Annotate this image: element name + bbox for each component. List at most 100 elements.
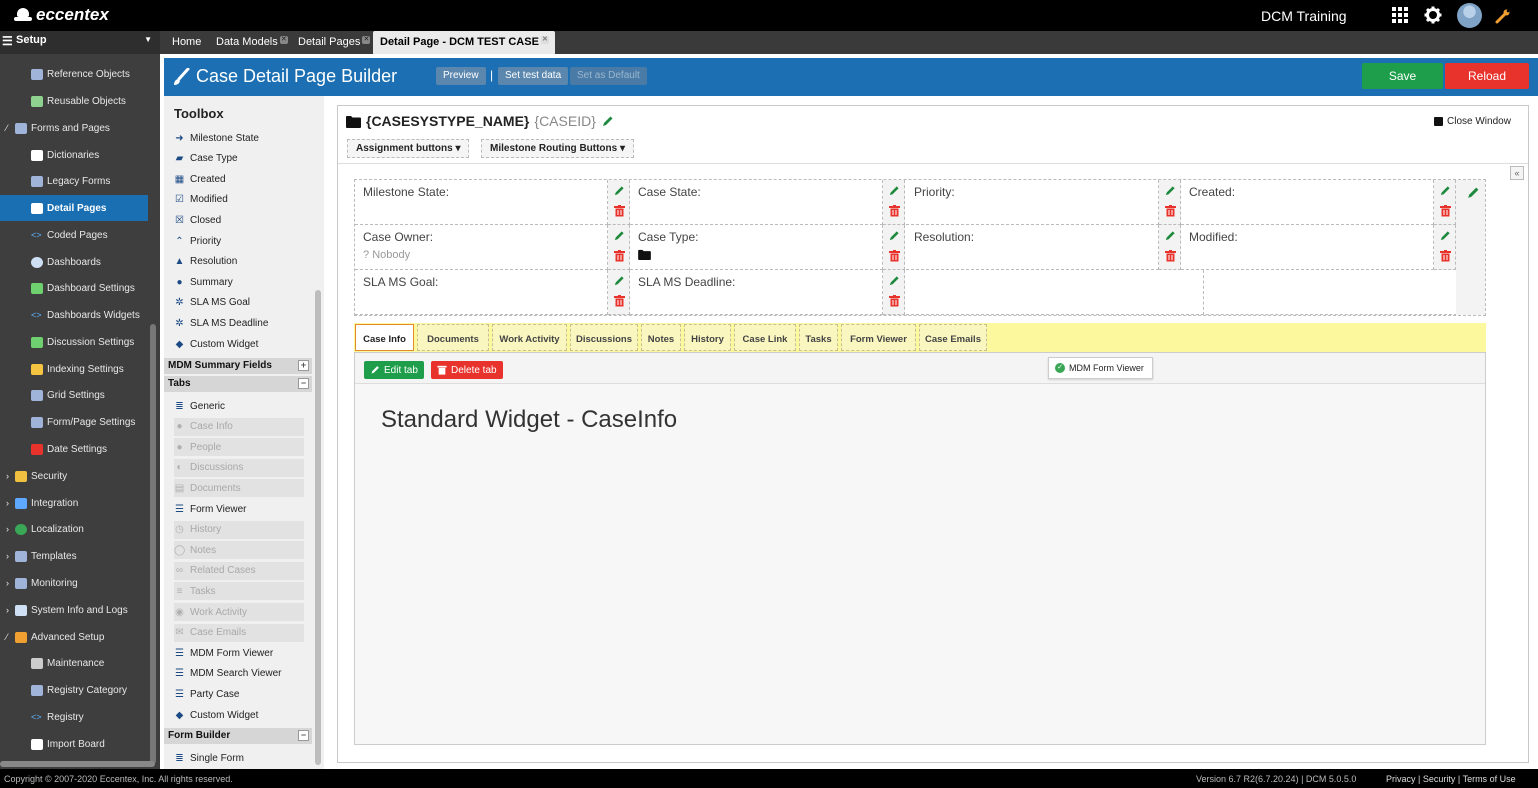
wrench-icon[interactable] <box>1495 8 1511 24</box>
toolbox-item-milestone-state[interactable]: ➜ Milestone State <box>174 129 304 147</box>
sidebar-item-registry-category[interactable]: Registry Category <box>0 677 148 703</box>
pencil-icon[interactable] <box>888 275 900 287</box>
sidebar-item-form-page-settings[interactable]: Form/Page Settings <box>0 409 148 435</box>
tabs-section[interactable]: Tabs − <box>164 376 312 392</box>
trash-icon[interactable] <box>1165 250 1176 262</box>
pencil-icon[interactable] <box>888 185 900 197</box>
tab-form-viewer[interactable]: Form Viewer <box>841 324 916 351</box>
toolbox-tab-form-viewer[interactable]: ☰ Form Viewer <box>174 500 304 518</box>
trash-icon[interactable] <box>889 295 900 307</box>
sidebar-item-security[interactable]: › Security <box>0 463 148 489</box>
sidebar-item-system-info-and-logs[interactable]: › System Info and Logs <box>0 597 148 623</box>
sidebar-item-indexing-settings[interactable]: Indexing Settings <box>0 356 148 382</box>
tab-discussions[interactable]: Discussions <box>570 324 638 351</box>
security-link[interactable]: Security <box>1423 774 1456 784</box>
setup-menu-toggle[interactable]: ☰ Setup ▼ <box>0 31 160 54</box>
field-case-owner[interactable]: Case Owner:? Nobody <box>355 225 608 270</box>
sidebar-item-registry[interactable]: <> Registry <box>0 704 148 730</box>
toolbox-item-case-type[interactable]: ▰ Case Type <box>174 150 304 168</box>
trash-icon[interactable] <box>614 295 625 307</box>
toolbox-form-single-form[interactable]: ≣ Single Form <box>174 749 304 767</box>
field-priority[interactable]: Priority: <box>906 180 1159 225</box>
form-builder-section[interactable]: Form Builder − <box>164 728 312 744</box>
sidebar-item-advanced-setup[interactable]: ⁄ Advanced Setup <box>0 624 148 650</box>
field-milestone-state[interactable]: Milestone State: <box>355 180 608 225</box>
toolbox-item-closed[interactable]: ☒ Closed <box>174 211 304 229</box>
toolbox-tab-mdm-search-viewer[interactable]: ☰ MDM Search Viewer <box>174 665 304 683</box>
terms-link[interactable]: Terms of Use <box>1463 774 1516 784</box>
pencil-icon[interactable] <box>1164 230 1176 242</box>
expand-arrow-icon[interactable]: › <box>6 524 13 534</box>
set-test-data-button[interactable]: Set test data <box>498 67 569 85</box>
trash-icon[interactable] <box>614 250 625 262</box>
expand-arrow-icon[interactable]: › <box>6 498 13 508</box>
toolbox-item-resolution[interactable]: ▲ Resolution <box>174 253 304 271</box>
pencil-icon[interactable] <box>888 230 900 242</box>
toolbox-item-modified[interactable]: ☑ Modified <box>174 191 304 209</box>
pencil-icon[interactable] <box>613 230 625 242</box>
tab-case-link[interactable]: Case Link <box>734 324 796 351</box>
edit-tab-button[interactable]: Edit tab <box>364 361 424 379</box>
sidebar-item-monitoring[interactable]: › Monitoring <box>0 570 148 596</box>
pencil-icon[interactable] <box>1164 185 1176 197</box>
tab-case-info[interactable]: Case Info <box>355 324 414 351</box>
brand-logo[interactable]: eccentex <box>14 5 109 25</box>
tab-notes[interactable]: Notes <box>641 324 681 351</box>
tab-detail-page-dcm-test-case[interactable]: Detail Page - DCM TEST CASE ✕ <box>373 31 555 54</box>
field-case-state[interactable]: Case State: <box>630 180 883 225</box>
sidebar-item-detail-pages[interactable]: Detail Pages <box>0 195 148 221</box>
pencil-icon[interactable] <box>601 115 614 128</box>
user-avatar[interactable] <box>1457 3 1482 28</box>
toolbox-tab-custom-widget[interactable]: ◆ Custom Widget <box>174 706 304 724</box>
save-button[interactable]: Save <box>1362 63 1443 89</box>
trash-icon[interactable] <box>889 250 900 262</box>
field-created[interactable]: Created: <box>1181 180 1434 225</box>
sidebar-item-grid-settings[interactable]: Grid Settings <box>0 382 148 408</box>
trash-icon[interactable] <box>1440 205 1451 217</box>
mdm-form-viewer-chip[interactable]: ✓ MDM Form Viewer <box>1048 357 1153 379</box>
sidebar-item-reusable-objects[interactable]: Reusable Objects <box>0 88 148 114</box>
sidebar-item-dictionaries[interactable]: Dictionaries <box>0 142 148 168</box>
sidebar-horizontal-scrollbar[interactable] <box>0 761 155 767</box>
pencil-icon[interactable] <box>1439 185 1451 197</box>
pencil-icon[interactable] <box>613 185 625 197</box>
close-tab-icon[interactable]: ✕ <box>540 36 549 44</box>
toolbox-item-summary[interactable]: ● Summary <box>174 273 304 291</box>
sidebar-item-reference-objects[interactable]: Reference Objects <box>0 61 148 87</box>
reload-button[interactable]: Reload <box>1445 63 1529 89</box>
collapse-icon[interactable]: − <box>298 378 309 389</box>
close-tab-icon[interactable]: ✕ <box>362 36 371 44</box>
field-modified[interactable]: Modified: <box>1181 225 1434 270</box>
expand-arrow-icon[interactable]: ⁄ <box>6 632 13 642</box>
pencil-icon[interactable] <box>1466 186 1480 200</box>
sidebar-item-legacy-forms[interactable]: Legacy Forms <box>0 168 148 194</box>
tab-data-models[interactable]: Data Models ✕ <box>216 31 288 54</box>
expand-arrow-icon[interactable]: › <box>6 471 13 481</box>
field-resolution[interactable]: Resolution: <box>906 225 1159 270</box>
sidebar-item-integration[interactable]: › Integration <box>0 490 148 516</box>
milestone-routing-buttons-dropdown[interactable]: Milestone Routing Buttons ▾ <box>481 139 635 158</box>
sidebar-item-templates[interactable]: › Templates <box>0 543 148 569</box>
toolbox-tab-party-case[interactable]: ☰ Party Case <box>174 685 304 703</box>
sidebar-item-forms-and-pages[interactable]: ⁄ Forms and Pages <box>0 115 148 141</box>
field-sla-ms-goal[interactable]: SLA MS Goal: <box>355 270 608 315</box>
toolbox-tab-generic[interactable]: ≣ Generic <box>174 397 304 415</box>
tab-documents[interactable]: Documents <box>417 324 489 351</box>
tab-home[interactable]: Home <box>172 31 201 54</box>
toolbox-item-created[interactable]: ▦ Created <box>174 170 304 188</box>
trash-icon[interactable] <box>1165 205 1176 217</box>
tab-work-activity[interactable]: Work Activity <box>492 324 567 351</box>
expand-arrow-icon[interactable]: › <box>6 605 13 615</box>
sidebar-scrollbar[interactable] <box>150 324 156 764</box>
sidebar-item-dashboards-widgets[interactable]: <> Dashboards Widgets <box>0 302 148 328</box>
sidebar-item-maintenance[interactable]: Maintenance <box>0 650 148 676</box>
collapse-panel-icon[interactable]: « <box>1510 166 1524 180</box>
preview-button[interactable]: Preview <box>436 67 486 85</box>
field-case-type[interactable]: Case Type: <box>630 225 883 270</box>
trash-icon[interactable] <box>614 205 625 217</box>
tab-tasks[interactable]: Tasks <box>799 324 838 351</box>
sidebar-item-coded-pages[interactable]: <> Coded Pages <box>0 222 148 248</box>
apps-grid-icon[interactable] <box>1391 6 1409 24</box>
expand-arrow-icon[interactable]: ⁄ <box>6 123 13 133</box>
tenant-name[interactable]: DCM Training <box>1261 8 1347 24</box>
